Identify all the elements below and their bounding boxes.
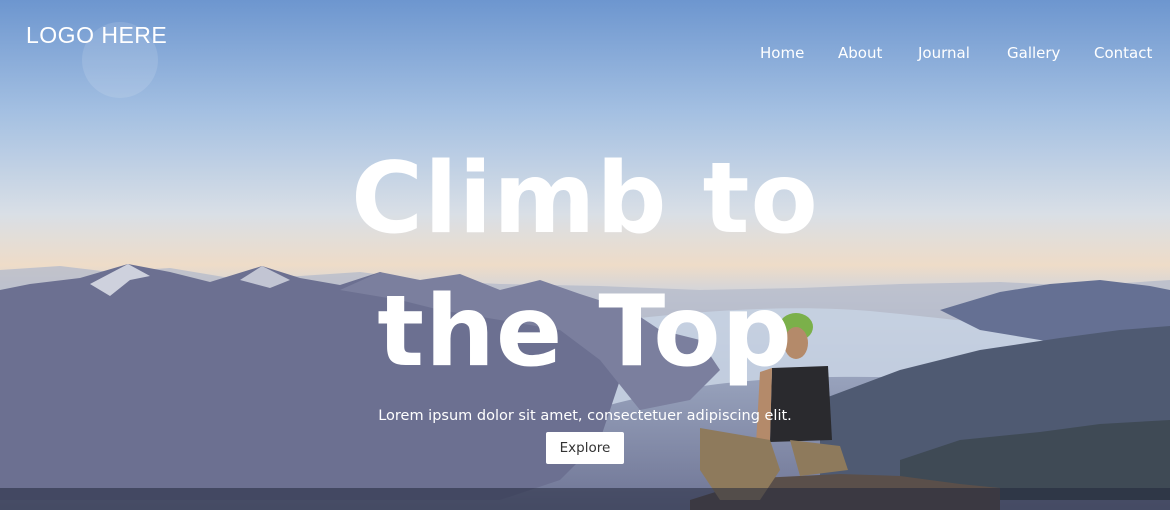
hero-headline-line-1: Climb to bbox=[351, 142, 819, 256]
nav-item-contact[interactable]: Contact bbox=[1094, 44, 1152, 62]
explore-button[interactable]: Explore bbox=[546, 432, 624, 464]
hero-headline-line-2: the Top bbox=[377, 275, 793, 389]
hero-bottom-strip bbox=[0, 488, 1170, 510]
site-logo[interactable]: LOGO HERE bbox=[26, 22, 167, 49]
nav-item-journal[interactable]: Journal bbox=[918, 44, 970, 62]
nav-item-home[interactable]: Home bbox=[760, 44, 804, 62]
nav-item-about[interactable]: About bbox=[838, 44, 882, 62]
hero-subtitle: Lorem ipsum dolor sit amet, consectetuer… bbox=[378, 408, 792, 424]
nav-item-gallery[interactable]: Gallery bbox=[1007, 44, 1060, 62]
